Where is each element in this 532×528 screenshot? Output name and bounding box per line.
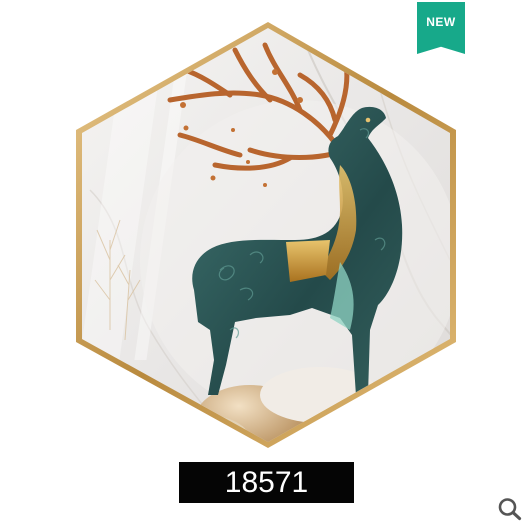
zoom-button[interactable] — [497, 497, 523, 521]
product-image[interactable]: NEW 18571 — [0, 0, 532, 523]
product-code-label: 18571 — [179, 462, 354, 503]
new-badge: NEW — [417, 2, 465, 54]
hexagon-deer-artwork — [76, 22, 456, 448]
magnifier-icon — [498, 498, 522, 521]
